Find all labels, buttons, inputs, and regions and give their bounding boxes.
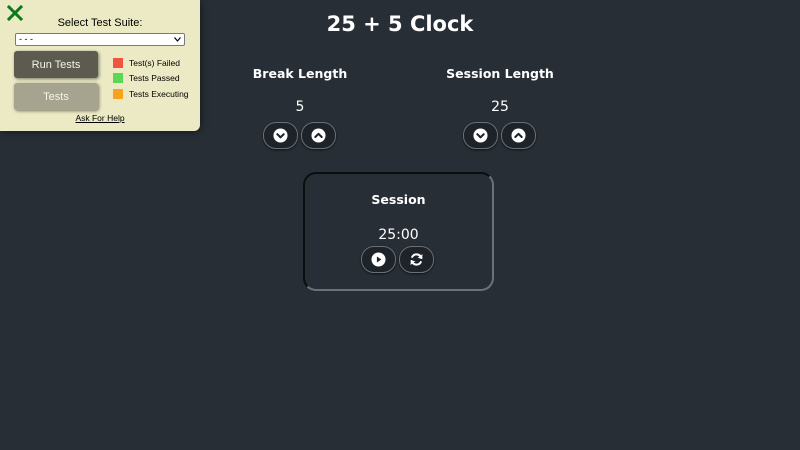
- timer-box: Session 25:00: [303, 172, 494, 291]
- play-circle-icon: [371, 252, 386, 267]
- chevron-down-circle-icon: [273, 128, 288, 143]
- legend-item-passed: Tests Passed: [113, 72, 180, 83]
- session-increment-button[interactable]: [501, 122, 536, 149]
- session-decrement-button[interactable]: [463, 122, 498, 149]
- tests-button[interactable]: Tests: [14, 83, 98, 110]
- executing-swatch: [113, 88, 123, 99]
- passed-swatch: [113, 72, 123, 83]
- session-length-value: 25: [491, 99, 509, 115]
- break-increment-button[interactable]: [301, 122, 336, 149]
- reset-button[interactable]: [399, 246, 434, 273]
- legend-label-executing: Tests Executing: [129, 88, 189, 99]
- start-stop-button[interactable]: [361, 246, 396, 273]
- chevron-up-circle-icon: [511, 128, 526, 143]
- chevron-down-icon: [174, 37, 181, 42]
- run-tests-button[interactable]: Run Tests: [14, 51, 98, 78]
- session-label: Session Length: [446, 66, 554, 81]
- legend-label-passed: Tests Passed: [129, 72, 180, 83]
- time-left: 25:00: [378, 227, 419, 243]
- failed-swatch: [113, 57, 123, 68]
- refresh-icon: [410, 253, 423, 266]
- legend-item-executing: Tests Executing: [113, 88, 189, 99]
- break-decrement-button[interactable]: [263, 122, 298, 149]
- legend-item-failed: Test(s) Failed: [113, 57, 180, 68]
- break-label: Break Length: [252, 66, 348, 81]
- chevron-down-circle-icon: [473, 128, 488, 143]
- chevron-up-circle-icon: [311, 128, 326, 143]
- timer-label: Session: [371, 192, 426, 207]
- ask-for-help-link[interactable]: Ask For Help: [0, 113, 200, 123]
- legend-label-failed: Test(s) Failed: [129, 57, 181, 68]
- page-title: 25 + 5 Clock: [326, 12, 474, 36]
- break-length-value: 5: [295, 99, 305, 115]
